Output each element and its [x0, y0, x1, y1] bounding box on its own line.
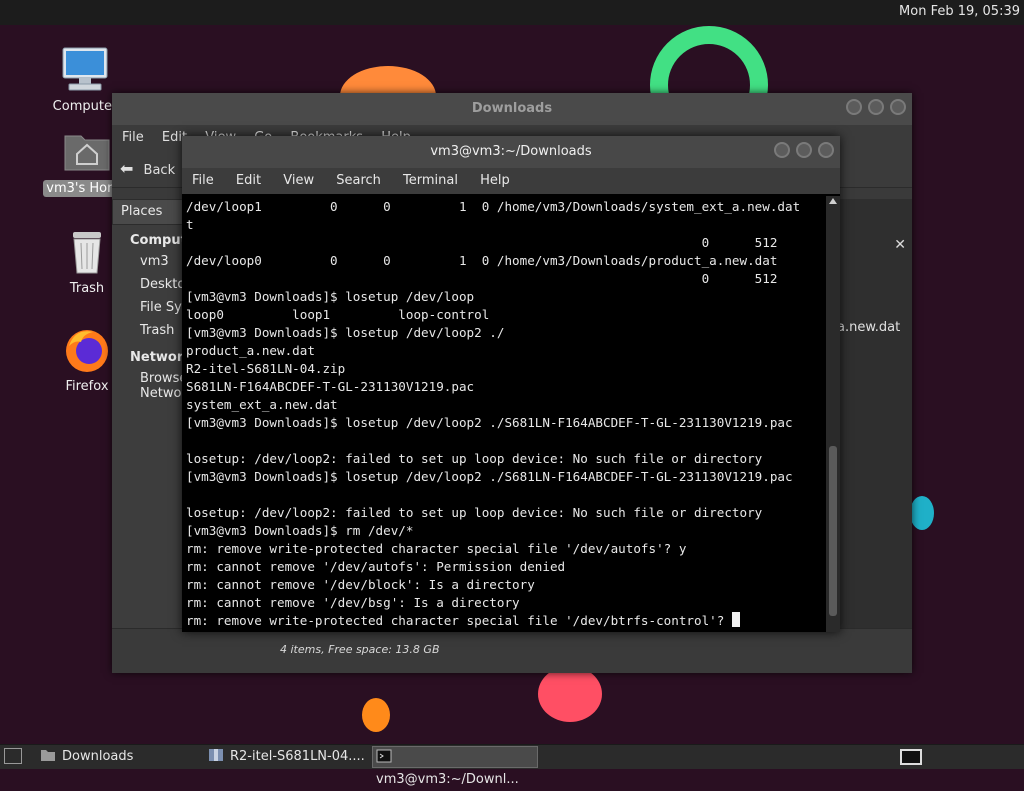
file-manager-titlebar[interactable]: Downloads	[112, 93, 912, 125]
minimize-button[interactable]	[774, 142, 790, 158]
terminal-line: /dev/loop0 0 0 1 0 /home/vm3/Downloads/p…	[186, 253, 778, 268]
terminal-output[interactable]: /dev/loop1 0 0 1 0 /home/vm3/Downloads/s…	[182, 196, 826, 632]
terminal-line: rm: cannot remove '/dev/bsg': Is a direc…	[186, 595, 520, 610]
terminal-titlebar[interactable]: vm3@vm3:~/Downloads	[182, 136, 840, 168]
back-label: Back	[143, 163, 176, 178]
back-arrow-icon: ⬅	[120, 159, 134, 178]
show-desktop-icon[interactable]	[4, 748, 22, 764]
maximize-button[interactable]	[796, 142, 812, 158]
menu-view[interactable]: View	[283, 173, 314, 188]
task-label: vm3@vm3:~/Downl...	[376, 772, 519, 787]
terminal-line: [vm3@vm3 Downloads]$ losetup /dev/loop2 …	[186, 325, 505, 340]
home-folder-icon	[61, 128, 113, 176]
close-pane-icon[interactable]: ✕	[894, 237, 906, 253]
file-item-label[interactable]: a.new.dat	[837, 320, 900, 335]
window-title: Downloads	[471, 101, 553, 116]
terminal-line: product_a.new.dat	[186, 343, 315, 358]
wallpaper-shape	[910, 496, 934, 530]
firefox-icon	[61, 326, 113, 374]
menu-terminal[interactable]: Terminal	[403, 173, 458, 188]
terminal-scrollbar[interactable]	[826, 196, 840, 632]
terminal-line: [vm3@vm3 Downloads]$ losetup /dev/loop2 …	[186, 469, 793, 484]
terminal-line: R2-itel-S681LN-04.zip	[186, 361, 346, 376]
terminal-line: 0 512	[186, 235, 778, 250]
terminal-menubar: File Edit View Search Terminal Help	[182, 168, 840, 194]
menu-edit[interactable]: Edit	[236, 173, 261, 188]
terminal-line: [vm3@vm3 Downloads]$ losetup /dev/loop	[186, 289, 475, 304]
task-label: Downloads	[62, 749, 134, 764]
scrollbar-thumb[interactable]	[829, 446, 837, 616]
terminal-line: rm: remove write-protected character spe…	[186, 541, 687, 556]
desktop-icon-label: Trash	[69, 281, 105, 296]
desktop-icon-label: Firefox	[65, 379, 109, 394]
close-button[interactable]	[890, 99, 906, 115]
desktop-icon-label: Computer	[52, 99, 118, 114]
taskbar: Downloads R2-itel-S681LN-04.... vm3@vm3:…	[0, 744, 1024, 787]
task-label: R2-itel-S681LN-04....	[230, 749, 365, 764]
terminal-line: rm: remove write-protected character spe…	[186, 612, 826, 630]
wallpaper-shape	[538, 666, 602, 722]
terminal-cursor	[731, 612, 740, 627]
workspace-switcher[interactable]	[900, 749, 922, 765]
terminal-line: rm: cannot remove '/dev/block': Is a dir…	[186, 577, 535, 592]
scroll-up-arrow-icon[interactable]	[829, 198, 837, 204]
task-downloads[interactable]: Downloads	[36, 746, 198, 768]
terminal-line: system_ext_a.new.dat	[186, 397, 338, 412]
terminal-line: losetup: /dev/loop2: failed to set up lo…	[186, 505, 763, 520]
back-button[interactable]: ⬅ Back	[120, 159, 175, 178]
menu-help[interactable]: Help	[480, 173, 510, 188]
window-title: vm3@vm3:~/Downloads	[430, 144, 592, 159]
maximize-button[interactable]	[868, 99, 884, 115]
terminal-window: vm3@vm3:~/Downloads File Edit View Searc…	[182, 136, 840, 632]
terminal-line: [vm3@vm3 Downloads]$ losetup /dev/loop2 …	[186, 415, 793, 430]
terminal-line: rm: cannot remove '/dev/autofs': Permiss…	[186, 559, 566, 574]
clock[interactable]: Mon Feb 19, 05:39	[899, 4, 1020, 19]
status-bar: 4 items, Free space: 13.8 GB	[112, 628, 912, 673]
task-terminal[interactable]: vm3@vm3:~/Downl...	[372, 746, 538, 787]
status-text: 4 items, Free space: 13.8 GB	[280, 643, 440, 656]
wallpaper-shape	[362, 698, 390, 732]
menu-file[interactable]: File	[192, 173, 214, 188]
minimize-button[interactable]	[846, 99, 862, 115]
terminal-line: t	[186, 217, 194, 232]
close-button[interactable]	[818, 142, 834, 158]
terminal-line: /dev/loop1 0 0 1 0 /home/vm3/Downloads/s…	[186, 199, 801, 214]
terminal-icon	[376, 749, 392, 763]
terminal-line: 0 512	[186, 271, 778, 286]
folder-icon	[40, 748, 56, 762]
menu-file[interactable]: File	[122, 130, 144, 145]
computer-icon	[59, 46, 111, 94]
top-panel: Mon Feb 19, 05:39	[0, 0, 1024, 25]
trash-icon	[61, 228, 113, 276]
menu-search[interactable]: Search	[336, 173, 381, 188]
terminal-line: [vm3@vm3 Downloads]$ rm /dev/*	[186, 523, 414, 538]
terminal-line: S681LN-F164ABCDEF-T-GL-231130V1219.pac	[186, 379, 475, 394]
task-archive[interactable]: R2-itel-S681LN-04....	[204, 746, 368, 768]
archive-icon	[208, 748, 224, 762]
terminal-line: loop0 loop1 loop-control	[186, 307, 490, 322]
terminal-line: losetup: /dev/loop2: failed to set up lo…	[186, 451, 763, 466]
